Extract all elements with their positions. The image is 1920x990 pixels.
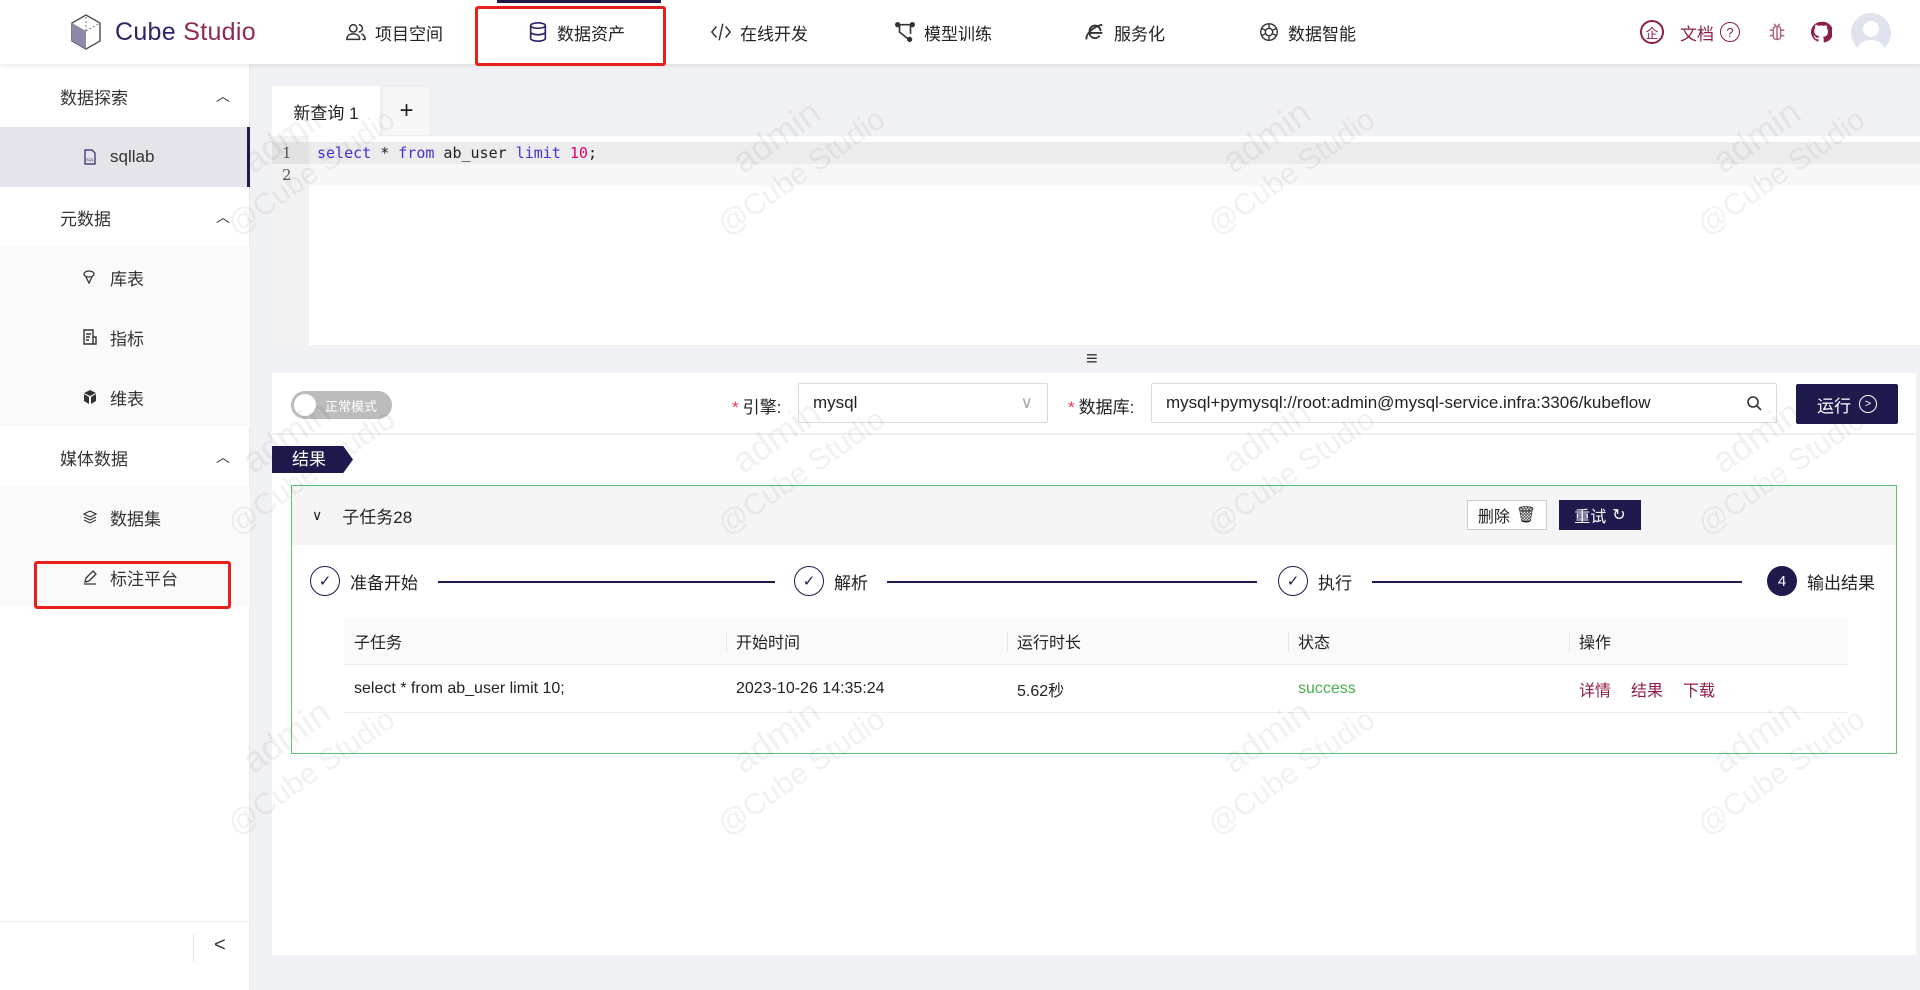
sidebar-item-datasets[interactable]: 数据集 xyxy=(0,487,250,547)
highlight-box-data-assets xyxy=(475,6,666,66)
enterprise-button[interactable]: 企 xyxy=(1640,0,1664,64)
refresh-icon: ↻ xyxy=(1612,507,1626,524)
sidebar-item-dimension-tables[interactable]: 维表 xyxy=(0,367,250,427)
docs-link[interactable]: 文档? xyxy=(1680,0,1740,64)
sidebar: 数据探索 ︿ SQL sqllab 元数据 ︿ 库表 指标 维表 媒体数据 ︿ 数据集 … xyxy=(0,64,250,990)
engine-label: * 引擎: xyxy=(732,398,782,417)
brand-name: Cube Studio xyxy=(115,17,256,46)
line-numbers: 1 2 xyxy=(272,136,309,345)
bug-icon xyxy=(1769,23,1785,41)
bug-report-button[interactable] xyxy=(1766,0,1788,64)
collapse-sidebar-button[interactable]: < xyxy=(214,934,226,957)
step-parse: ✓ 解析 xyxy=(794,566,868,596)
logo[interactable]: Cube Studio xyxy=(71,14,256,50)
ie-icon xyxy=(1085,23,1103,40)
check-icon: ✓ xyxy=(1278,566,1308,596)
user-avatar[interactable] xyxy=(1851,13,1891,53)
chevron-up-icon: ︿ xyxy=(216,209,230,225)
sidebar-group-media-data[interactable]: 媒体数据 ︿ xyxy=(0,427,250,487)
code-line: select * from ab_user limit 10; xyxy=(309,142,1920,164)
play-circle-icon: > xyxy=(1859,395,1877,413)
table-header: 子任务 开始时间 运行时长 状态 操作 xyxy=(344,618,1848,665)
users-icon xyxy=(346,23,366,41)
cube-logo-icon xyxy=(71,14,101,50)
results-tag: 结果 xyxy=(272,446,353,473)
divider xyxy=(193,934,194,962)
sql-editor[interactable]: 1 2 select * from ab_user limit 10; xyxy=(272,136,1920,345)
result-link[interactable]: 结果 xyxy=(1631,677,1663,701)
svg-text:SQL: SQL xyxy=(86,157,95,162)
search-icon[interactable] xyxy=(1746,395,1762,411)
results-panel: 结果 ∨ 子任务28 删除 🗑 重试 ↻ ✓ 准备开始 ✓ 解析 ✓ 执行 4 输出结果 子… xyxy=(272,435,1916,955)
step-connector xyxy=(887,581,1257,583)
status-badge: success xyxy=(1298,679,1356,697)
enterprise-icon: 企 xyxy=(1640,20,1664,44)
highlight-box-labeling-platform xyxy=(34,561,231,609)
sidebar-group-metadata[interactable]: 元数据 ︿ xyxy=(0,187,250,247)
trash-icon: 🗑 xyxy=(1515,507,1537,524)
run-button[interactable]: 运行 > xyxy=(1796,384,1898,424)
resize-handle[interactable]: ≡ xyxy=(1086,348,1098,371)
sidebar-item-tables[interactable]: 库表 xyxy=(0,247,250,307)
nav-data-intelligence[interactable]: 数据智能 xyxy=(1258,0,1356,64)
sidebar-footer: < xyxy=(0,921,250,990)
mode-toggle[interactable]: 正常模式 xyxy=(291,391,392,419)
download-link[interactable]: 下载 xyxy=(1683,677,1715,701)
top-nav: Cube Studio 项目空间 数据资产 在线开发 模型训练 服务化 数据智能… xyxy=(0,0,1920,64)
nav-online-dev[interactable]: 在线开发 xyxy=(710,0,808,64)
engine-select[interactable]: mysql ∨ xyxy=(798,383,1048,423)
layers-icon xyxy=(82,510,98,524)
openai-icon xyxy=(1260,23,1278,41)
step-output: 4 输出结果 xyxy=(1767,566,1875,596)
code-line xyxy=(309,164,1920,186)
nav-serving[interactable]: 服务化 xyxy=(1084,0,1165,64)
step-execute: ✓ 执行 xyxy=(1278,566,1352,596)
chevron-up-icon: ︿ xyxy=(216,449,230,465)
cube-icon xyxy=(84,390,96,404)
database-label: * 数据库: xyxy=(1068,398,1135,417)
code-icon xyxy=(710,23,732,41)
sidebar-group-data-explore[interactable]: 数据探索 ︿ xyxy=(0,66,250,126)
step-connector xyxy=(1372,581,1742,583)
nav-model-training[interactable]: 模型训练 xyxy=(894,0,992,64)
metric-icon xyxy=(83,329,97,345)
subtask-header[interactable]: ∨ 子任务28 删除 🗑 重试 ↻ xyxy=(292,486,1896,545)
chevron-down-icon: ∨ xyxy=(1020,393,1033,412)
model-icon xyxy=(895,22,915,42)
nav-project-space[interactable]: 项目空间 xyxy=(345,0,443,64)
step-prepare: ✓ 准备开始 xyxy=(310,566,418,596)
subtask-card: ∨ 子任务28 删除 🗑 重试 ↻ ✓ 准备开始 ✓ 解析 ✓ 执行 4 输出结果 子任务 … xyxy=(291,485,1897,754)
table-row: select * from ab_user limit 10; 2023-10-… xyxy=(344,665,1848,713)
sidebar-item-metrics[interactable]: 指标 xyxy=(0,307,250,367)
table-icon xyxy=(83,270,95,285)
tab-new-query-1[interactable]: 新查询 1 xyxy=(272,86,380,136)
sql-file-icon: SQL xyxy=(84,149,96,165)
chevron-down-icon[interactable]: ∨ xyxy=(312,507,322,524)
add-tab-button[interactable]: + xyxy=(382,86,431,136)
help-icon: ? xyxy=(1720,22,1740,42)
github-link[interactable] xyxy=(1810,0,1832,64)
check-icon: ✓ xyxy=(794,566,824,596)
sidebar-item-sqllab[interactable]: SQL sqllab xyxy=(0,127,250,187)
avatar-icon xyxy=(1856,21,1886,53)
delete-button[interactable]: 删除 🗑 xyxy=(1467,500,1547,530)
github-icon xyxy=(1810,21,1832,43)
retry-button[interactable]: 重试 ↻ xyxy=(1559,500,1641,530)
details-link[interactable]: 详情 xyxy=(1579,677,1611,701)
step-connector xyxy=(438,581,775,583)
subtask-table: 子任务 开始时间 运行时长 状态 操作 select * from ab_use… xyxy=(344,618,1848,713)
code-content[interactable]: select * from ab_user limit 10; xyxy=(309,142,1920,186)
database-input[interactable]: mysql+pymysql://root:admin@mysql-service… xyxy=(1151,383,1777,423)
query-toolbar: 正常模式 * 引擎: mysql ∨ * 数据库: mysql+pymysql://r… xyxy=(272,373,1916,433)
check-icon: ✓ xyxy=(310,566,340,596)
chevron-up-icon: ︿ xyxy=(216,88,230,104)
